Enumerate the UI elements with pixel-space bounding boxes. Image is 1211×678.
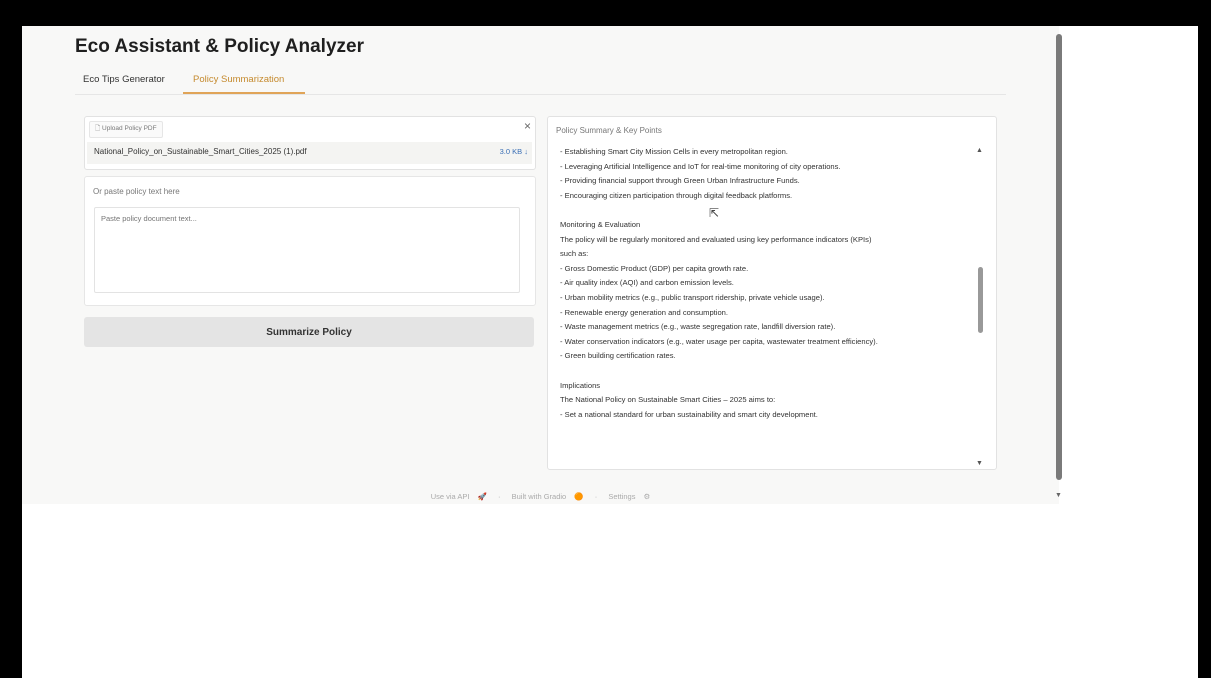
gradio-link[interactable]: Built with Gradio 🟠 (509, 492, 587, 501)
page-title: Eco Assistant & Policy Analyzer (75, 36, 364, 57)
close-icon[interactable]: × (524, 119, 531, 133)
tab-policy-summarization[interactable]: Policy Summarization (183, 74, 294, 85)
download-icon: ↓ (524, 147, 528, 156)
mouse-cursor-icon: ⇱ (709, 206, 720, 220)
tab-bar: Eco Tips Generator Policy Summarization (75, 70, 1006, 95)
active-tab-indicator (183, 92, 305, 94)
uploaded-file-row[interactable]: National_Policy_on_Sustainable_Smart_Cit… (87, 142, 532, 164)
api-link[interactable]: Use via API 🚀 (428, 492, 490, 501)
file-icon: 🗋 (95, 125, 101, 132)
paste-text-panel: Or paste policy text here (84, 176, 536, 306)
scroll-down-icon[interactable]: ▼ (976, 460, 983, 467)
summary-output-panel: Policy Summary & Key Points - Establishi… (547, 116, 997, 470)
footer: Use via API 🚀 · Built with Gradio 🟠 · Se… (22, 492, 1059, 501)
policy-text-input[interactable] (94, 207, 520, 293)
gradio-logo-icon: 🟠 (574, 492, 584, 501)
settings-link[interactable]: Settings ⚙ (605, 492, 653, 501)
paste-label: Or paste policy text here (93, 187, 180, 196)
window-scroll-down-icon[interactable]: ▼ (1055, 492, 1062, 499)
summary-scrollbar[interactable]: ▲ ▼ (974, 145, 988, 467)
scroll-up-icon[interactable]: ▲ (976, 147, 983, 154)
summary-output-text[interactable]: - Establishing Smart City Mission Cells … (560, 145, 970, 461)
gear-icon: ⚙ (643, 492, 651, 501)
scroll-thumb[interactable] (978, 267, 983, 333)
tab-eco-tips-generator[interactable]: Eco Tips Generator (83, 74, 165, 85)
file-upload-box[interactable]: 🗋 Upload Policy PDF × National_Policy_on… (84, 116, 536, 170)
summarize-policy-button[interactable]: Summarize Policy (84, 317, 534, 347)
rocket-icon: 🚀 (477, 492, 487, 501)
file-size-download-link[interactable]: 3.0 KB ↓ (500, 147, 528, 156)
window-scrollbar-thumb[interactable] (1056, 34, 1062, 480)
browser-viewport: Eco Assistant & Policy Analyzer Eco Tips… (22, 26, 1198, 678)
file-name: National_Policy_on_Sustainable_Smart_Cit… (94, 147, 307, 156)
app-container: Eco Assistant & Policy Analyzer Eco Tips… (22, 26, 1059, 504)
upload-label: 🗋 Upload Policy PDF (89, 121, 163, 138)
summary-label: Policy Summary & Key Points (556, 126, 662, 135)
